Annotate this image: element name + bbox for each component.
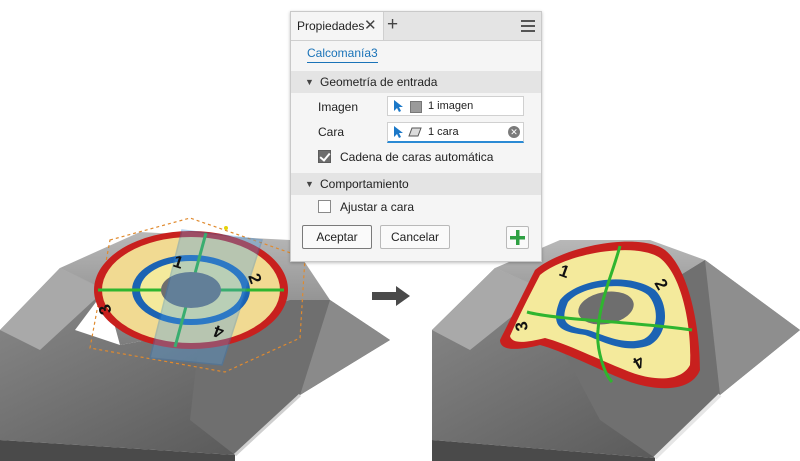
face-selector-value: 1 cara	[428, 126, 459, 138]
image-selector[interactable]: 1 imagen	[387, 96, 524, 116]
section-behavior[interactable]: ▼ Comportamiento	[291, 173, 541, 195]
cancel-button[interactable]: Cancelar	[380, 225, 450, 249]
image-selector-value: 1 imagen	[428, 100, 474, 112]
tab-properties[interactable]: Propiedades ✕	[291, 12, 384, 40]
cursor-icon	[394, 126, 403, 138]
wrap-to-face-label: Ajustar a cara	[340, 200, 415, 214]
ok-button[interactable]: Aceptar	[302, 225, 372, 249]
tab-properties-label: Propiedades	[297, 19, 365, 33]
collapse-arrow-icon[interactable]: ▼	[305, 179, 314, 189]
section-input-geometry[interactable]: ▼ Geometría de entrada	[291, 71, 541, 93]
panel-titlebar: Propiedades ✕ +	[291, 12, 541, 41]
image-icon	[410, 101, 422, 113]
image-label: Imagen	[318, 100, 359, 114]
wrap-to-face-checkbox[interactable]	[318, 200, 331, 213]
feature-name-field[interactable]: Calcomanía3	[307, 46, 378, 63]
chain-faces-label: Cadena de caras automática	[340, 150, 494, 164]
apply-plus-button[interactable]	[506, 226, 529, 249]
face-label: Cara	[318, 125, 345, 139]
properties-panel: Propiedades ✕ + Calcomanía3 ▼ Geometría …	[290, 11, 542, 262]
close-icon[interactable]: ✕	[364, 16, 377, 34]
cursor-icon	[394, 100, 403, 112]
face-icon	[408, 127, 422, 137]
collapse-arrow-icon[interactable]: ▼	[305, 77, 314, 87]
clear-icon[interactable]: ✕	[508, 126, 520, 138]
face-selector[interactable]: 1 cara ✕	[387, 122, 524, 143]
section-input-geometry-title: Geometría de entrada	[320, 75, 438, 89]
arrow-right-icon	[372, 286, 410, 306]
menu-icon[interactable]	[521, 20, 535, 32]
chain-faces-checkbox[interactable]	[318, 150, 331, 163]
section-behavior-title: Comportamiento	[320, 177, 409, 191]
add-icon[interactable]: +	[387, 14, 398, 36]
plus-icon	[510, 230, 525, 245]
